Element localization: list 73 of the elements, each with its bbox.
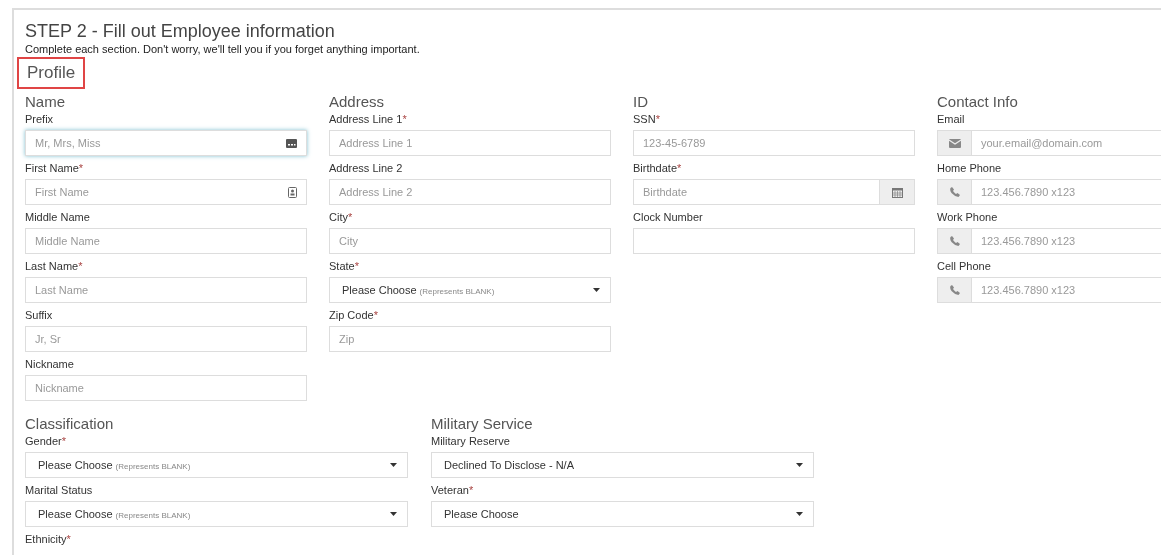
- field-label: Zip Code: [329, 309, 374, 321]
- section-heading: ID: [633, 93, 649, 111]
- select-dropdown[interactable]: Please Choose (Represents BLANK): [25, 501, 408, 527]
- text-field[interactable]: 123-45-6789: [633, 130, 915, 156]
- page-subtitle: Complete each section. Don't worry, we'll tell you if you forget anything important.: [25, 43, 421, 56]
- required-mark: *: [78, 162, 84, 174]
- field-label: Ethnicity: [25, 533, 67, 545]
- calendar-icon: [891, 186, 903, 198]
- field-label: Military Reserve: [431, 435, 510, 447]
- calendar-button[interactable]: [879, 180, 914, 204]
- card-icon: [286, 138, 297, 148]
- caret-icon: [796, 463, 803, 467]
- field-label: Birthdate: [633, 162, 678, 174]
- required-mark: *: [61, 435, 66, 447]
- select-dropdown[interactable]: Declined To Disclose - N/A: [431, 452, 814, 478]
- field-label: Email: [937, 113, 965, 125]
- field-label: Gender: [25, 435, 62, 447]
- field-label: Marital Status: [25, 484, 93, 496]
- select-dropdown[interactable]: Please Choose (Represents BLANK): [25, 452, 408, 478]
- required-mark: *: [677, 162, 682, 174]
- section-heading: Address: [329, 93, 386, 111]
- text-field[interactable]: Last Name: [25, 277, 307, 303]
- caret-icon: [796, 512, 803, 516]
- field-label: SSN: [633, 113, 656, 125]
- field-label: Address Line 2: [329, 162, 403, 174]
- text-field[interactable]: Middle Name: [25, 228, 307, 254]
- field-label: Last Name: [25, 260, 79, 272]
- text-field[interactable]: [633, 228, 915, 254]
- field-label: State: [329, 260, 355, 272]
- field-label: City: [329, 211, 348, 223]
- required-mark: *: [78, 260, 83, 272]
- caret-icon: [593, 288, 600, 292]
- section-heading: Contact Info: [937, 93, 1019, 111]
- field-label: Clock Number: [633, 211, 703, 223]
- field-label: Prefix: [25, 113, 54, 125]
- caret-icon: [390, 463, 397, 467]
- phone-icon: [949, 236, 960, 246]
- required-mark: *: [402, 113, 407, 125]
- text-field[interactable]: First Name: [25, 179, 307, 205]
- select-dropdown[interactable]: Please Choose: [431, 501, 814, 527]
- required-mark: *: [468, 484, 474, 496]
- text-field[interactable]: Address Line 1: [329, 130, 611, 156]
- profile-heading: Profile: [17, 57, 86, 89]
- required-mark: *: [347, 211, 353, 223]
- page-title: STEP 2 - Fill out Employee information: [25, 21, 336, 41]
- select-dropdown[interactable]: Please Choose (Represents BLANK): [329, 277, 611, 303]
- envelope-icon: [948, 138, 961, 148]
- required-mark: *: [66, 533, 71, 545]
- caret-icon: [390, 512, 397, 516]
- field-label: Suffix: [25, 309, 53, 321]
- field-label: Middle Name: [25, 211, 90, 223]
- required-mark: *: [354, 260, 359, 272]
- phone-icon: [949, 285, 960, 295]
- text-field[interactable]: Jr, Sr: [25, 326, 307, 352]
- field-label: Veteran: [431, 484, 469, 496]
- field-label: First Name: [25, 162, 79, 174]
- required-mark: *: [655, 113, 660, 125]
- section-heading: Classification: [25, 415, 115, 433]
- field-label: Address Line 1: [329, 113, 403, 125]
- text-field[interactable]: Address Line 2: [329, 179, 611, 205]
- section-heading: Military Service: [431, 415, 534, 433]
- text-field[interactable]: Mr, Mrs, Miss: [25, 130, 307, 156]
- field-label: Nickname: [25, 358, 74, 370]
- text-field[interactable]: Zip: [329, 326, 611, 352]
- phone-icon: [949, 187, 960, 197]
- field-label: Cell Phone: [937, 260, 991, 272]
- field-label: Work Phone: [937, 211, 998, 223]
- required-mark: *: [373, 309, 378, 321]
- field-label: Home Phone: [937, 162, 1002, 174]
- contact-card-icon: [288, 186, 297, 198]
- section-heading: Name: [25, 93, 66, 111]
- text-field[interactable]: City: [329, 228, 611, 254]
- text-field[interactable]: Nickname: [25, 375, 307, 401]
